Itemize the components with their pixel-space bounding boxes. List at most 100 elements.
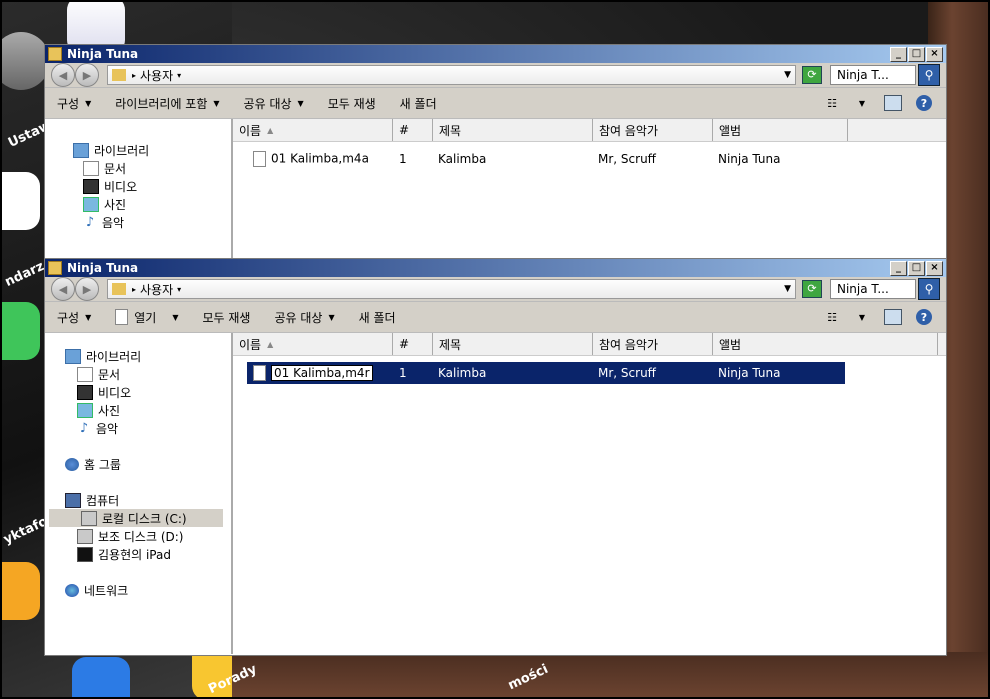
rename-input[interactable]: 01 Kalimba,m4r xyxy=(271,364,373,381)
computer-icon xyxy=(65,492,81,508)
appstore-app-icon xyxy=(72,657,130,697)
homegroup-icon xyxy=(65,457,79,471)
new-folder-label: 새 폴더 xyxy=(399,96,437,111)
help-icon[interactable]: ? xyxy=(916,309,932,325)
address-dropdown-icon[interactable]: ▼ xyxy=(784,284,791,294)
nav-item-pictures[interactable]: 사진 xyxy=(45,401,231,419)
column-label: 이름 xyxy=(239,123,262,138)
view-options-icon[interactable]: ☷ xyxy=(824,96,840,110)
table-row-selected[interactable]: 01 Kalimba,m4r 1 Kalimba Mr, Scruff Ninj… xyxy=(247,362,845,384)
refresh-button[interactable]: ⟳ xyxy=(802,280,822,298)
nav-item-computer[interactable]: 컴퓨터 xyxy=(45,491,231,509)
nav-item-videos[interactable]: 비디오 xyxy=(45,177,231,195)
nav-item-documents[interactable]: 문서 xyxy=(45,159,231,177)
column-header-artist[interactable]: 참여 음악가 xyxy=(593,333,713,355)
play-all-button[interactable]: 모두 재생 xyxy=(316,95,388,112)
nav-item-pictures[interactable]: 사진 xyxy=(45,195,231,213)
maximize-button[interactable]: □ xyxy=(908,46,925,62)
column-header-title[interactable]: 제목 xyxy=(433,333,593,355)
forward-button[interactable]: ▶ xyxy=(75,63,99,87)
chevron-down-icon: ▾ xyxy=(177,70,182,80)
file-icon xyxy=(253,365,266,381)
column-header-number[interactable]: # xyxy=(393,333,433,355)
chevron-down-icon[interactable]: ▼ xyxy=(854,310,870,324)
chevron-down-icon[interactable]: ▼ xyxy=(854,96,870,110)
search-input[interactable]: Ninja T... xyxy=(830,279,916,299)
close-button[interactable]: × xyxy=(926,46,943,62)
search-icon[interactable]: ⚲ xyxy=(918,278,940,300)
share-with-button[interactable]: 공유 대상 ▼ xyxy=(262,309,346,326)
nav-label: 사진 xyxy=(98,403,121,418)
back-button[interactable]: ◀ xyxy=(51,277,75,301)
maximize-button[interactable]: □ xyxy=(908,260,925,276)
breadcrumb-arrow-icon: ▸ xyxy=(132,284,137,294)
close-button[interactable]: × xyxy=(926,260,943,276)
column-header-row: 이름 ▲ # 제목 참여 음악가 앨범 xyxy=(233,119,946,142)
column-header-name[interactable]: 이름 ▲ xyxy=(233,333,393,355)
chevron-down-icon: ▼ xyxy=(328,312,335,322)
nav-item-videos[interactable]: 비디오 xyxy=(45,383,231,401)
new-folder-button[interactable]: 새 폴더 xyxy=(347,309,408,326)
preview-pane-icon[interactable] xyxy=(884,95,902,111)
table-row[interactable]: 01 Kalimba,m4a 1 Kalimba Mr, Scruff Ninj… xyxy=(247,148,946,170)
play-all-button[interactable]: 모두 재생 xyxy=(191,309,263,326)
settings-app-icon xyxy=(2,32,50,90)
library-icon xyxy=(73,142,89,158)
nav-item-documents[interactable]: 문서 xyxy=(45,365,231,383)
nav-label: 비디오 xyxy=(104,179,138,194)
column-header-name[interactable]: 이름 ▲ xyxy=(233,119,393,141)
new-folder-button[interactable]: 새 폴더 xyxy=(388,95,449,112)
music-icon: ♪ xyxy=(85,214,95,230)
minimize-button[interactable]: _ xyxy=(890,260,907,276)
address-bar[interactable]: ▸ 사용자 ▾ ▼ xyxy=(107,65,796,85)
include-in-library-button[interactable]: 라이브러리에 포함 ▼ xyxy=(103,95,231,112)
ipad-icon xyxy=(77,546,93,562)
column-header-artist[interactable]: 참여 음악가 xyxy=(593,119,713,141)
folder-icon xyxy=(112,283,126,295)
nav-item-library[interactable]: 라이브러리 xyxy=(45,141,231,159)
nav-item-music[interactable]: ♪ 음악 xyxy=(45,213,231,231)
explorer-window-2: Ninja Tuna _ □ × ◀ ▶ ▸ 사용자 ▾ ▼ ⟳ Ninja T… xyxy=(44,258,947,656)
search-icon[interactable]: ⚲ xyxy=(918,64,940,86)
address-bar[interactable]: ▸ 사용자 ▾ ▼ xyxy=(107,279,796,299)
window-title: Ninja Tuna xyxy=(67,261,139,275)
file-name-cell: 01 Kalimba,m4a xyxy=(247,151,393,167)
view-options-icon[interactable]: ☷ xyxy=(824,310,840,324)
forward-button[interactable]: ▶ xyxy=(75,277,99,301)
folder-icon xyxy=(48,261,62,275)
search-input[interactable]: Ninja T... xyxy=(830,65,916,85)
column-header-title[interactable]: 제목 xyxy=(433,119,593,141)
open-button[interactable]: 열기 ▼ xyxy=(103,309,190,326)
back-button[interactable]: ◀ xyxy=(51,63,75,87)
file-name: 01 Kalimba,m4a xyxy=(271,151,369,166)
breadcrumb-arrow-icon: ▸ xyxy=(132,70,137,80)
refresh-button[interactable]: ⟳ xyxy=(802,66,822,84)
navigation-pane: 라이브러리 문서 비디오 사진 ♪ 음악 xyxy=(45,119,233,260)
nav-item-network[interactable]: 네트워크 xyxy=(45,581,231,599)
nav-label: 로컬 디스크 (C:) xyxy=(102,511,187,526)
help-icon[interactable]: ? xyxy=(916,95,932,111)
nav-item-local-disk[interactable]: 로컬 디스크 (C:) xyxy=(49,509,223,527)
column-header-album[interactable]: 앨범 xyxy=(713,119,848,141)
nav-item-music[interactable]: ♪ 음악 xyxy=(45,419,231,437)
column-header-album[interactable]: 앨범 xyxy=(713,333,938,355)
minimize-button[interactable]: _ xyxy=(890,46,907,62)
nav-item-library[interactable]: 라이브러리 xyxy=(45,347,231,365)
video-icon xyxy=(83,178,99,194)
document-icon xyxy=(77,366,93,382)
nav-label: 문서 xyxy=(98,367,121,382)
address-dropdown-icon[interactable]: ▼ xyxy=(784,70,791,80)
nav-item-homegroup[interactable]: 홈 그룹 xyxy=(45,455,231,473)
nav-item-aux-disk[interactable]: 보조 디스크 (D:) xyxy=(45,527,231,545)
column-header-number[interactable]: # xyxy=(393,119,433,141)
chevron-down-icon: ▼ xyxy=(85,98,92,108)
share-label: 공유 대상 xyxy=(243,96,292,111)
organize-button[interactable]: 구성 ▼ xyxy=(45,95,103,112)
nav-item-ipad[interactable]: 김용현의 iPad xyxy=(45,545,231,563)
share-with-button[interactable]: 공유 대상 ▼ xyxy=(232,95,316,112)
organize-button[interactable]: 구성 ▼ xyxy=(45,309,103,326)
breadcrumb[interactable]: 사용자 xyxy=(140,281,173,298)
preview-pane-icon[interactable] xyxy=(884,309,902,325)
breadcrumb[interactable]: 사용자 xyxy=(140,67,173,84)
title-cell: Kalimba xyxy=(438,366,487,380)
